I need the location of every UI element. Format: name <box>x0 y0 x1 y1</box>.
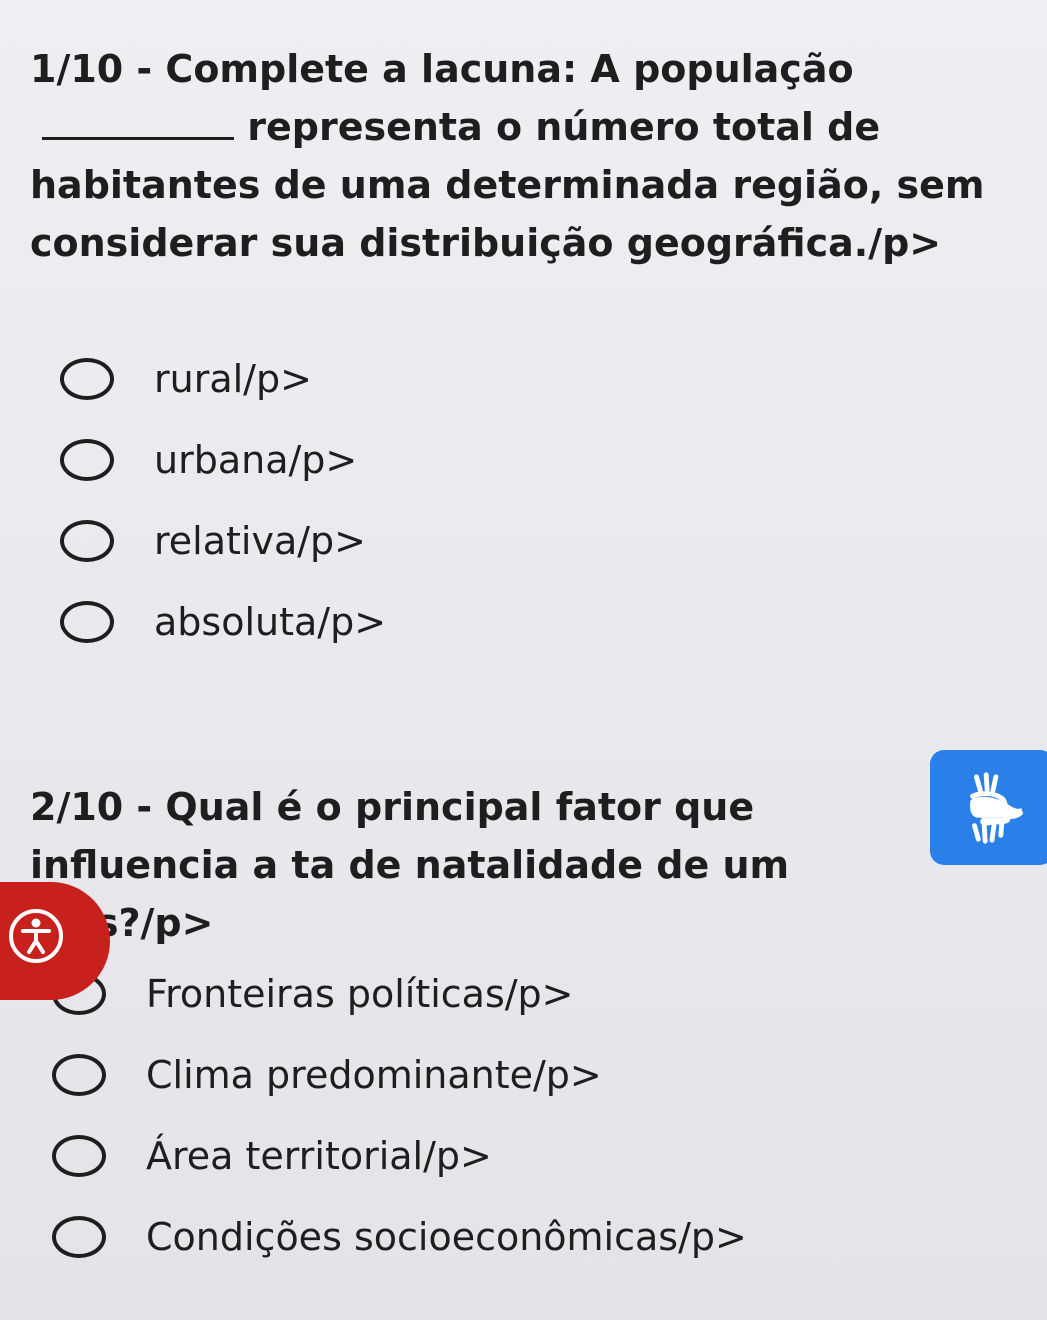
question-1-text: 1/10 - Complete a lacuna: A população re… <box>30 40 1020 272</box>
radio-button[interactable] <box>52 1053 106 1096</box>
question-1-text-start: 1/10 - Complete a lacuna: A população <box>30 47 854 91</box>
radio-button[interactable] <box>60 600 114 643</box>
question-1-option-urbana[interactable]: urbana/p> <box>60 419 386 500</box>
option-label: absoluta/p> <box>154 599 387 644</box>
question-2-options: Fronteiras políticas/p> Clima predominan… <box>52 953 747 1277</box>
accessibility-person-icon <box>9 909 63 963</box>
option-label: Fronteiras políticas/p> <box>146 971 574 1016</box>
question-2-option-condicoes[interactable]: Condições socioeconômicas/p> <box>52 1196 747 1277</box>
quiz-page: 1/10 - Complete a lacuna: A população re… <box>0 0 1047 1320</box>
radio-button[interactable] <box>52 1134 106 1177</box>
question-1-option-absoluta[interactable]: absoluta/p> <box>60 581 386 662</box>
question-2-text: 2/10 - Qual é o principal fator que infl… <box>30 785 790 945</box>
radio-button[interactable] <box>60 438 114 481</box>
question-2-option-fronteiras[interactable]: Fronteiras políticas/p> <box>52 953 747 1034</box>
question-2-option-clima[interactable]: Clima predominante/p> <box>52 1034 747 1115</box>
option-label: urbana/p> <box>154 437 358 482</box>
question-2-option-area[interactable]: Área territorial/p> <box>52 1115 747 1196</box>
option-label: rural/p> <box>154 356 312 401</box>
question-1-options: rural/p> urbana/p> relativa/p> absoluta/… <box>60 338 386 662</box>
sign-language-hands-icon <box>970 771 1024 844</box>
option-label: relativa/p> <box>154 518 367 563</box>
option-label: Condições socioeconômicas/p> <box>146 1214 747 1259</box>
question-1-blank <box>42 137 234 140</box>
question-1-option-rural[interactable]: rural/p> <box>60 338 386 419</box>
libras-translator-button[interactable] <box>930 750 1047 865</box>
radio-button[interactable] <box>60 519 114 562</box>
radio-button[interactable] <box>60 357 114 400</box>
radio-button[interactable] <box>52 1215 106 1258</box>
option-label: Clima predominante/p> <box>146 1052 602 1097</box>
option-label: Área territorial/p> <box>146 1133 492 1178</box>
question-1-option-relativa[interactable]: relativa/p> <box>60 500 386 581</box>
question-1-text-end: representa o número total de habitantes … <box>30 105 985 265</box>
